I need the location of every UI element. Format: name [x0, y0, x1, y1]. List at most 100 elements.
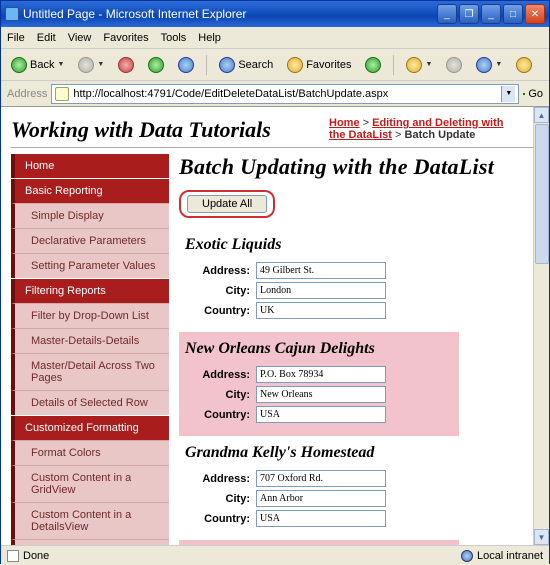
address-label: Address: — [185, 265, 250, 277]
address-label: Address — [7, 88, 47, 100]
address-input[interactable] — [256, 470, 386, 487]
city-input[interactable] — [256, 490, 386, 507]
record-name: Exotic Liquids — [185, 236, 453, 254]
record: New Orleans Cajun Delights Address: City: C… — [179, 332, 459, 436]
menu-file[interactable]: File — [7, 32, 25, 44]
record: Exotic Liquids Address: City: Country: — [179, 228, 459, 332]
menu-favorites[interactable]: Favorites — [103, 32, 148, 44]
record-list: Exotic LiquidsAddress:City:Country:New O… — [179, 228, 537, 545]
sidebar-item[interactable]: Format Colors — [11, 440, 169, 465]
sidebar-header[interactable]: Basic Reporting — [11, 179, 169, 203]
home-button[interactable] — [174, 55, 198, 75]
city-label: City: — [185, 493, 250, 505]
country-label: Country: — [185, 305, 250, 317]
go-button[interactable]: Go — [523, 88, 543, 100]
status-zone: Local intranet — [477, 550, 543, 562]
mail-button[interactable]: ▼ — [402, 55, 436, 75]
menu-view[interactable]: View — [68, 32, 92, 44]
toolbar-separator — [206, 55, 207, 75]
sidebar-header[interactable]: Filtering Reports — [11, 279, 169, 303]
content-area: Working with Data Tutorials Home > Editi… — [1, 107, 549, 545]
menubar: File Edit View Favorites Tools Help — [1, 27, 549, 49]
address-field[interactable]: http://localhost:4791/Code/EditDeleteDat… — [51, 84, 519, 104]
record: Tokyo TradersAddress:City:Country: — [179, 540, 459, 545]
mail-icon — [406, 57, 422, 73]
toolbar: Back▼ ▼ Search Favorites ▼ ▼ — [1, 49, 549, 81]
divider — [11, 147, 539, 148]
window-title: Untitled Page - Microsoft Internet Explo… — [23, 7, 437, 21]
sidebar-header[interactable]: Customized Formatting — [11, 416, 169, 440]
sidebar-item[interactable]: Master/Detail Across Two Pages — [11, 353, 169, 390]
address-url: http://localhost:4791/Code/EditDeleteDat… — [73, 88, 501, 100]
back-icon — [11, 57, 27, 73]
refresh-icon — [148, 57, 164, 73]
close-button[interactable]: ✕ — [525, 4, 545, 24]
update-highlight: Update All — [179, 190, 275, 218]
stop-icon — [118, 57, 134, 73]
page-icon — [7, 550, 19, 562]
scroll-up-button[interactable]: ▲ — [534, 107, 549, 123]
print-button[interactable] — [442, 55, 466, 75]
stop-button[interactable] — [114, 55, 138, 75]
chevron-down-icon[interactable]: ▼ — [501, 86, 515, 102]
city-input[interactable] — [256, 282, 386, 299]
scroll-thumb[interactable] — [535, 124, 549, 264]
sidebar-item[interactable]: Custom Content in a — [11, 539, 169, 545]
scroll-down-button[interactable]: ▼ — [534, 529, 549, 545]
sidebar-item[interactable]: Details of Selected Row — [11, 390, 169, 415]
sidebar-item[interactable]: Custom Content in a DetailsView — [11, 502, 169, 539]
city-label: City: — [185, 285, 250, 297]
forward-icon — [78, 57, 94, 73]
record-name: Grandma Kelly's Homestead — [185, 444, 453, 462]
address-input[interactable] — [256, 366, 386, 383]
sidebar-item[interactable]: Declarative Parameters — [11, 228, 169, 253]
back-button[interactable]: Back▼ — [7, 55, 68, 75]
extra-icon — [516, 57, 532, 73]
main-content: Batch Updating with the DataList Update … — [179, 154, 539, 545]
address-input[interactable] — [256, 262, 386, 279]
refresh-button[interactable] — [144, 55, 168, 75]
home-icon — [178, 57, 194, 73]
city-input[interactable] — [256, 386, 386, 403]
sidebar-item[interactable]: Custom Content in a GridView — [11, 465, 169, 502]
search-icon — [219, 57, 235, 73]
record-name: New Orleans Cajun Delights — [185, 340, 453, 358]
maximize-button[interactable]: □ — [503, 4, 523, 24]
restore-button[interactable]: ❐ — [459, 4, 479, 24]
print-icon — [446, 57, 462, 73]
status-text: Done — [23, 550, 49, 562]
sidebar-item[interactable]: Master-Details-Details — [11, 328, 169, 353]
sidebar-item[interactable]: Simple Display — [11, 203, 169, 228]
forward-button[interactable]: ▼ — [74, 55, 108, 75]
zone-icon — [461, 550, 473, 562]
minimize2-button[interactable]: _ — [481, 4, 501, 24]
address-label: Address: — [185, 473, 250, 485]
country-input[interactable] — [256, 406, 386, 423]
update-all-button[interactable]: Update All — [187, 195, 267, 213]
history-button[interactable] — [361, 55, 385, 75]
search-button[interactable]: Search — [215, 55, 277, 75]
record: Grandma Kelly's HomesteadAddress:City:Co… — [179, 436, 459, 540]
breadcrumb: Home > Editing and Deleting with the Dat… — [329, 117, 519, 141]
page-icon — [55, 87, 69, 101]
minimize-button[interactable]: _ — [437, 4, 457, 24]
menu-tools[interactable]: Tools — [161, 32, 187, 44]
history-icon — [365, 57, 381, 73]
country-input[interactable] — [256, 302, 386, 319]
address-label: Address: — [185, 369, 250, 381]
crumb-home[interactable]: Home — [329, 117, 360, 129]
country-input[interactable] — [256, 510, 386, 527]
sidebar: HomeBasic ReportingSimple DisplayDeclara… — [11, 154, 169, 545]
vertical-scrollbar[interactable]: ▲ ▼ — [533, 107, 549, 545]
edit-button[interactable]: ▼ — [472, 55, 506, 75]
menu-help[interactable]: Help — [198, 32, 221, 44]
city-label: City: — [185, 389, 250, 401]
ie-icon — [5, 7, 19, 21]
favorites-button[interactable]: Favorites — [283, 55, 355, 75]
sidebar-item[interactable]: Setting Parameter Values — [11, 253, 169, 278]
sidebar-item[interactable]: Filter by Drop-Down List — [11, 303, 169, 328]
country-label: Country: — [185, 409, 250, 421]
sidebar-header[interactable]: Home — [11, 154, 169, 178]
menu-edit[interactable]: Edit — [37, 32, 56, 44]
extra-button[interactable] — [512, 55, 536, 75]
